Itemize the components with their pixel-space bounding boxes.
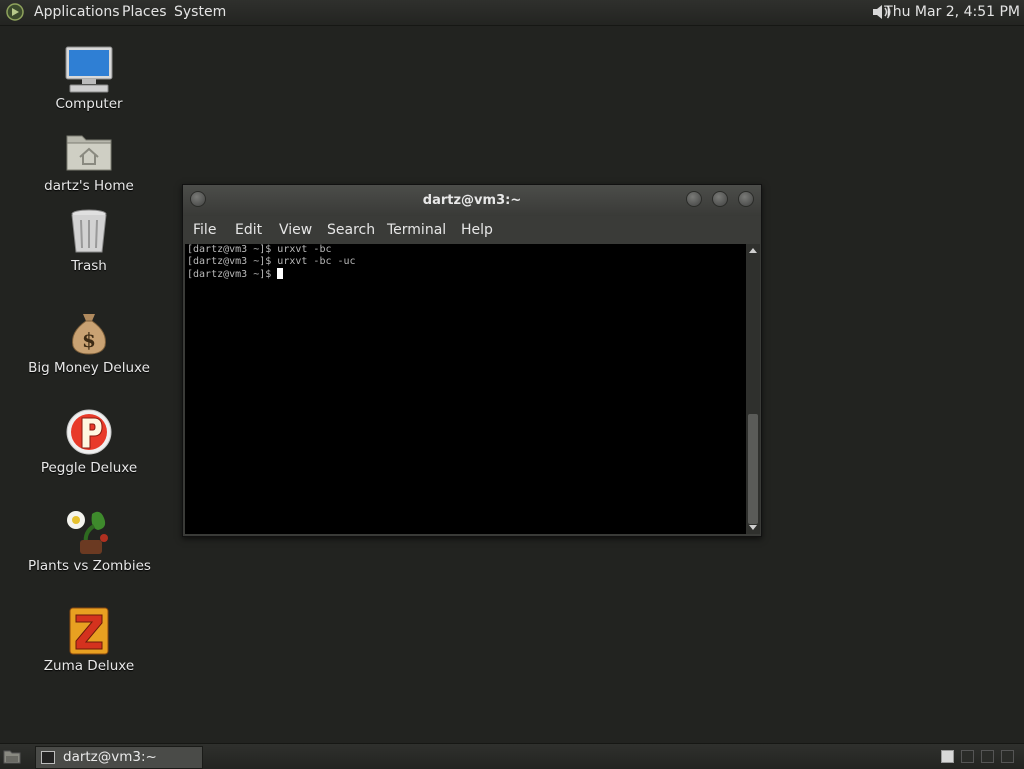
money-bag-icon: $ xyxy=(72,314,106,355)
show-desktop-icon[interactable] xyxy=(3,748,21,764)
workspace-2[interactable] xyxy=(961,750,974,763)
computer-icon xyxy=(65,46,113,93)
terminal-output[interactable]: [dartz@vm3 ~]$ urxvt -bc [dartz@vm3 ~]$ … xyxy=(185,244,746,534)
text-cursor xyxy=(277,268,284,279)
menu-search[interactable]: Search xyxy=(327,222,375,238)
menu-terminal[interactable]: Terminal xyxy=(387,222,446,238)
scroll-down-icon[interactable] xyxy=(748,524,758,532)
distro-logo-icon[interactable] xyxy=(6,3,24,21)
desktop-icon-label: Peggle Deluxe xyxy=(40,460,138,476)
peggle-icon xyxy=(66,409,112,455)
workspace-1[interactable] xyxy=(941,750,954,763)
terminal-scrollbar[interactable] xyxy=(746,244,760,534)
plants-icon xyxy=(67,511,108,554)
workspace-3[interactable] xyxy=(981,750,994,763)
desktop-icon-trash[interactable]: Trash xyxy=(28,206,150,274)
places-menu[interactable]: Places xyxy=(122,4,167,20)
desktop-icon-label: Big Money Deluxe xyxy=(28,360,150,376)
desktop-icon-label: Trash xyxy=(71,258,107,274)
desktop-icon-plants-vs-zombies[interactable]: Plants vs Zombies xyxy=(28,506,151,574)
terminal-line: [dartz@vm3 ~]$ urxvt -bc xyxy=(187,244,332,255)
maximize-button[interactable] xyxy=(712,191,728,207)
system-menu[interactable]: System xyxy=(174,4,226,20)
desktop-icon-label: Zuma Deluxe xyxy=(43,658,135,674)
workspace-4[interactable] xyxy=(1001,750,1014,763)
close-button[interactable] xyxy=(738,191,754,207)
home-folder-icon xyxy=(66,135,112,171)
bottom-panel: dartz@vm3:~ xyxy=(0,743,1024,769)
terminal-menubar: File Edit View Search Terminal Help xyxy=(183,216,761,244)
desktop-icon-label: Computer xyxy=(55,96,123,112)
window-title: dartz@vm3:~ xyxy=(422,193,522,208)
svg-text:$: $ xyxy=(82,328,96,352)
desktop-icon-zuma[interactable]: Zuma Deluxe xyxy=(28,606,150,674)
trash-icon xyxy=(71,209,107,253)
taskbar-item-label: dartz@vm3:~ xyxy=(63,749,157,765)
scroll-up-icon[interactable] xyxy=(748,246,758,254)
zuma-icon xyxy=(69,607,109,655)
desktop-icon-big-money[interactable]: $ Big Money Deluxe xyxy=(28,308,150,376)
desktop-icon-peggle[interactable]: Peggle Deluxe xyxy=(28,408,150,476)
desktop-icon-home[interactable]: dartz's Home xyxy=(28,126,150,194)
scrollbar-thumb[interactable] xyxy=(748,414,758,524)
menu-file[interactable]: File xyxy=(193,222,216,238)
desktop-icon-label: dartz's Home xyxy=(44,178,134,194)
terminal-line: [dartz@vm3 ~]$ urxvt -bc -uc xyxy=(187,256,356,267)
terminal-icon xyxy=(41,751,55,764)
menu-help[interactable]: Help xyxy=(461,222,493,238)
minimize-button[interactable] xyxy=(686,191,702,207)
menu-edit[interactable]: Edit xyxy=(235,222,262,238)
taskbar-item-terminal[interactable]: dartz@vm3:~ xyxy=(35,746,203,769)
menu-view[interactable]: View xyxy=(279,222,312,238)
desktop-icon-computer[interactable]: Computer xyxy=(28,44,150,112)
terminal-prompt-line: [dartz@vm3 ~]$ xyxy=(187,268,284,281)
desktop-icon-label: Plants vs Zombies xyxy=(28,558,151,574)
window-titlebar[interactable]: dartz@vm3:~ xyxy=(183,185,761,216)
clock[interactable]: Thu Mar 2, 4:51 PM xyxy=(884,4,1020,20)
terminal-prompt: [dartz@vm3 ~]$ xyxy=(187,269,278,280)
applications-menu[interactable]: Applications xyxy=(34,4,120,20)
terminal-window: dartz@vm3:~ File Edit View Search Termin… xyxy=(182,184,762,537)
top-panel: Applications Places System Thu Mar 2, 4:… xyxy=(0,0,1024,26)
